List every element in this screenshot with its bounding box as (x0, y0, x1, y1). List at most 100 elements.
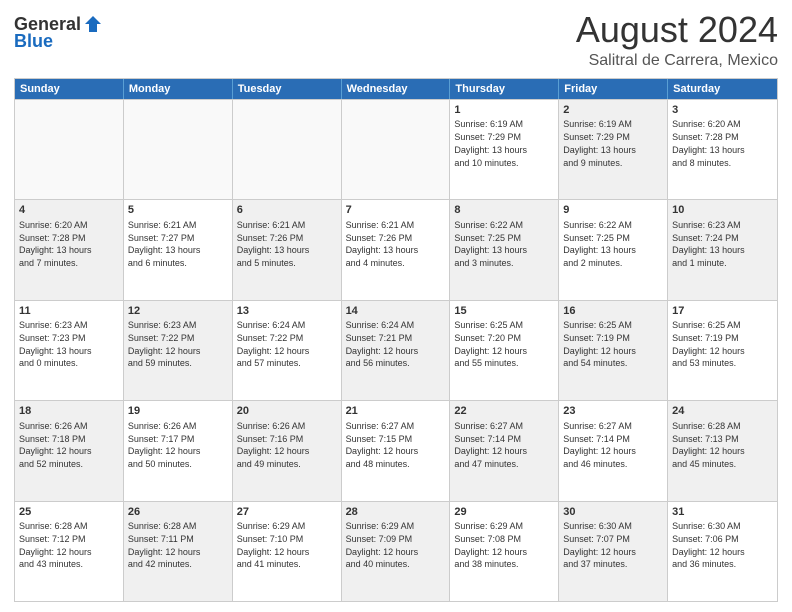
day-number: 21 (346, 404, 446, 419)
calendar-cell: 15Sunrise: 6:25 AM Sunset: 7:20 PM Dayli… (450, 301, 559, 400)
header-day-tuesday: Tuesday (233, 79, 342, 99)
day-number: 18 (19, 404, 119, 419)
calendar-cell: 17Sunrise: 6:25 AM Sunset: 7:19 PM Dayli… (668, 301, 777, 400)
cell-text: Sunrise: 6:30 AM Sunset: 7:07 PM Dayligh… (563, 521, 636, 569)
month-title: August 2024 (576, 10, 778, 50)
calendar-cell: 6Sunrise: 6:21 AM Sunset: 7:26 PM Daylig… (233, 200, 342, 299)
cell-text: Sunrise: 6:20 AM Sunset: 7:28 PM Dayligh… (672, 119, 745, 167)
day-number: 23 (563, 404, 663, 419)
location-title: Salitral de Carrera, Mexico (576, 52, 778, 70)
day-number: 13 (237, 304, 337, 319)
day-number: 20 (237, 404, 337, 419)
cell-text: Sunrise: 6:21 AM Sunset: 7:27 PM Dayligh… (128, 220, 201, 268)
calendar-cell: 5 Sunrise: 6:21 AM Sunset: 7:27 PM Daylig… (124, 200, 233, 299)
calendar-cell: 13Sunrise: 6:24 AM Sunset: 7:22 PM Dayli… (233, 301, 342, 400)
calendar-cell (124, 100, 233, 199)
cell-text: Sunrise: 6:21 AM Sunset: 7:26 PM Dayligh… (346, 220, 419, 268)
cell-text: Sunrise: 6:24 AM Sunset: 7:22 PM Dayligh… (237, 320, 310, 368)
cell-text: Sunrise: 6:26 AM Sunset: 7:16 PM Dayligh… (237, 421, 310, 469)
calendar-cell: 11Sunrise: 6:23 AM Sunset: 7:23 PM Dayli… (15, 301, 124, 400)
calendar-cell: 23 Sunrise: 6:27 AM Sunset: 7:14 PM Dayli… (559, 401, 668, 500)
day-number: 8 (454, 203, 554, 218)
calendar-cell: 19 Sunrise: 6:26 AM Sunset: 7:17 PM Dayli… (124, 401, 233, 500)
day-number: 14 (346, 304, 446, 319)
day-number: 31 (672, 505, 773, 520)
day-number: 12 (128, 304, 228, 319)
day-number: 4 (19, 203, 119, 218)
header-day-saturday: Saturday (668, 79, 777, 99)
day-number: 10 (672, 203, 773, 218)
calendar-cell (342, 100, 451, 199)
header-day-thursday: Thursday (450, 79, 559, 99)
cell-text: Sunrise: 6:25 AM Sunset: 7:19 PM Dayligh… (563, 320, 636, 368)
cell-text: Sunrise: 6:26 AM Sunset: 7:17 PM Dayligh… (128, 421, 201, 469)
day-number: 28 (346, 505, 446, 520)
calendar-cell: 8Sunrise: 6:22 AM Sunset: 7:25 PM Daylig… (450, 200, 559, 299)
cell-text: Sunrise: 6:22 AM Sunset: 7:25 PM Dayligh… (563, 220, 636, 268)
calendar-cell: 18 Sunrise: 6:26 AM Sunset: 7:18 PM Dayli… (15, 401, 124, 500)
calendar-row-1: 4Sunrise: 6:20 AM Sunset: 7:28 PM Daylig… (15, 199, 777, 299)
day-number: 7 (346, 203, 446, 218)
cell-text: Sunrise: 6:27 AM Sunset: 7:14 PM Dayligh… (563, 421, 636, 469)
header-day-sunday: Sunday (15, 79, 124, 99)
cell-text: Sunrise: 6:24 AM Sunset: 7:21 PM Dayligh… (346, 320, 419, 368)
day-number: 1 (454, 103, 554, 118)
day-number: 6 (237, 203, 337, 218)
cell-text: Sunrise: 6:25 AM Sunset: 7:20 PM Dayligh… (454, 320, 527, 368)
day-number: 17 (672, 304, 773, 319)
day-number: 15 (454, 304, 554, 319)
calendar-cell: 30Sunrise: 6:30 AM Sunset: 7:07 PM Dayli… (559, 502, 668, 601)
cell-text: Sunrise: 6:29 AM Sunset: 7:10 PM Dayligh… (237, 521, 310, 569)
page: General Blue August 2024 Salitral de Car… (0, 0, 792, 612)
day-number: 26 (128, 505, 228, 520)
cell-text: Sunrise: 6:25 AM Sunset: 7:19 PM Dayligh… (672, 320, 745, 368)
day-number: 25 (19, 505, 119, 520)
calendar-cell: 27Sunrise: 6:29 AM Sunset: 7:10 PM Dayli… (233, 502, 342, 601)
calendar-cell: 20 Sunrise: 6:26 AM Sunset: 7:16 PM Dayli… (233, 401, 342, 500)
header-day-friday: Friday (559, 79, 668, 99)
day-number: 11 (19, 304, 119, 319)
calendar-cell: 25Sunrise: 6:28 AM Sunset: 7:12 PM Dayli… (15, 502, 124, 601)
day-number: 3 (672, 103, 773, 118)
day-number: 2 (563, 103, 663, 118)
calendar-cell: 7 Sunrise: 6:21 AM Sunset: 7:26 PM Daylig… (342, 200, 451, 299)
calendar-cell: 1Sunrise: 6:19 AM Sunset: 7:29 PM Daylig… (450, 100, 559, 199)
calendar-cell: 29Sunrise: 6:29 AM Sunset: 7:08 PM Dayli… (450, 502, 559, 601)
cell-text: Sunrise: 6:29 AM Sunset: 7:08 PM Dayligh… (454, 521, 527, 569)
cell-text: Sunrise: 6:28 AM Sunset: 7:11 PM Dayligh… (128, 521, 201, 569)
cell-text: Sunrise: 6:28 AM Sunset: 7:12 PM Dayligh… (19, 521, 92, 569)
cell-text: Sunrise: 6:27 AM Sunset: 7:15 PM Dayligh… (346, 421, 419, 469)
day-number: 9 (563, 203, 663, 218)
day-number: 5 (128, 203, 228, 218)
calendar-cell: 4Sunrise: 6:20 AM Sunset: 7:28 PM Daylig… (15, 200, 124, 299)
cell-text: Sunrise: 6:19 AM Sunset: 7:29 PM Dayligh… (454, 119, 527, 167)
day-number: 30 (563, 505, 663, 520)
header-day-monday: Monday (124, 79, 233, 99)
calendar-cell: 31Sunrise: 6:30 AM Sunset: 7:06 PM Dayli… (668, 502, 777, 601)
day-number: 24 (672, 404, 773, 419)
calendar-row-3: 18 Sunrise: 6:26 AM Sunset: 7:18 PM Dayli… (15, 400, 777, 500)
calendar-row-0: 1Sunrise: 6:19 AM Sunset: 7:29 PM Daylig… (15, 99, 777, 199)
calendar: SundayMondayTuesdayWednesdayThursdayFrid… (14, 78, 778, 602)
cell-text: Sunrise: 6:19 AM Sunset: 7:29 PM Dayligh… (563, 119, 636, 167)
header: General Blue August 2024 Salitral de Car… (14, 10, 778, 70)
cell-text: Sunrise: 6:23 AM Sunset: 7:23 PM Dayligh… (19, 320, 92, 368)
cell-text: Sunrise: 6:26 AM Sunset: 7:18 PM Dayligh… (19, 421, 92, 469)
cell-text: Sunrise: 6:29 AM Sunset: 7:09 PM Dayligh… (346, 521, 419, 569)
day-number: 27 (237, 505, 337, 520)
calendar-cell: 10 Sunrise: 6:23 AM Sunset: 7:24 PM Dayli… (668, 200, 777, 299)
calendar-cell: 9 Sunrise: 6:22 AM Sunset: 7:25 PM Daylig… (559, 200, 668, 299)
calendar-body: 1Sunrise: 6:19 AM Sunset: 7:29 PM Daylig… (15, 99, 777, 601)
calendar-cell (15, 100, 124, 199)
calendar-cell: 3Sunrise: 6:20 AM Sunset: 7:28 PM Daylig… (668, 100, 777, 199)
calendar-cell: 21 Sunrise: 6:27 AM Sunset: 7:15 PM Dayli… (342, 401, 451, 500)
day-number: 19 (128, 404, 228, 419)
logo-icon (83, 14, 103, 34)
cell-text: Sunrise: 6:28 AM Sunset: 7:13 PM Dayligh… (672, 421, 745, 469)
cell-text: Sunrise: 6:27 AM Sunset: 7:14 PM Dayligh… (454, 421, 527, 469)
cell-text: Sunrise: 6:30 AM Sunset: 7:06 PM Dayligh… (672, 521, 745, 569)
cell-text: Sunrise: 6:23 AM Sunset: 7:24 PM Dayligh… (672, 220, 745, 268)
calendar-row-2: 11Sunrise: 6:23 AM Sunset: 7:23 PM Dayli… (15, 300, 777, 400)
calendar-cell: 26Sunrise: 6:28 AM Sunset: 7:11 PM Dayli… (124, 502, 233, 601)
cell-text: Sunrise: 6:23 AM Sunset: 7:22 PM Dayligh… (128, 320, 201, 368)
